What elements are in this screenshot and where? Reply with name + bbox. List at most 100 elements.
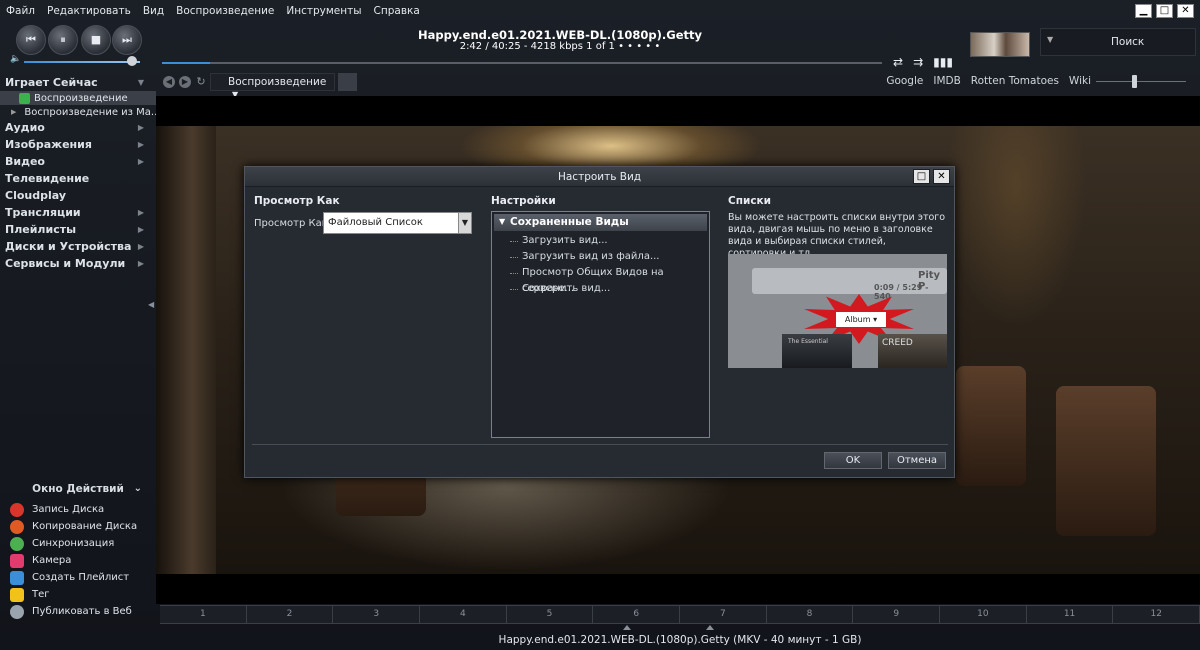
volume-knob[interactable] (127, 56, 137, 66)
sidebar-item-playback[interactable]: Воспроизведение (0, 91, 156, 105)
chapter-marker[interactable]: 1 (160, 606, 247, 623)
view-as-select[interactable]: Файловый Список ▼ (323, 212, 472, 234)
chapter-marker[interactable]: 6 (593, 606, 681, 623)
chapter-marker[interactable]: 8 (767, 606, 854, 623)
action-create-playlist[interactable]: Создать Плейлист (0, 569, 156, 586)
maximize-button[interactable]: □ (1156, 4, 1173, 18)
cancel-button[interactable]: Отмена (888, 452, 946, 469)
link-google[interactable]: Google (881, 75, 928, 87)
menu-view[interactable]: Вид (137, 5, 170, 17)
chapter-marker[interactable]: 7 (680, 606, 767, 623)
zoom-knob[interactable] (1132, 75, 1137, 88)
refresh-icon[interactable]: ↻ (195, 76, 207, 88)
view-options-button[interactable] (338, 73, 357, 91)
sidebar-item-audio[interactable]: Аудио ▶ (0, 119, 156, 136)
sidebar-item-streams[interactable]: Трансляции ▶ (0, 204, 156, 221)
preview-album-menu: Album ▾ (836, 312, 886, 327)
chevron-up-icon[interactable] (706, 625, 714, 630)
menu-playback[interactable]: Воспроизведение (170, 5, 280, 17)
chapter-marker[interactable]: 10 (940, 606, 1027, 623)
sidebar-item-tv[interactable]: Телевидение (0, 170, 156, 187)
now-playing-thumbnail[interactable] (970, 32, 1030, 57)
menu-bar: Файл Редактировать Вид Воспроизведение И… (0, 0, 1200, 21)
shuffle-icon[interactable]: ⇄ (893, 55, 903, 69)
sidebar-item-drives[interactable]: Диски и Устройства ▶ (0, 238, 156, 255)
next-button[interactable]: ⏭ (112, 25, 142, 55)
view-dropdown[interactable]: Воспроизведение ▼ (210, 73, 335, 99)
chevron-down-icon: ▼ (137, 78, 144, 87)
navigation-bar: ◀ ▶ ↻ Воспроизведение ▼ Google IMDB Rott… (160, 72, 1200, 99)
link-imdb[interactable]: IMDB (928, 75, 965, 87)
chapter-marker[interactable]: 3 (333, 606, 421, 623)
sidebar-item-playback-from[interactable]: ▶ Воспроизведение из Ма... (0, 105, 156, 119)
lists-description: Вы можете настроить списки внутри этого … (728, 212, 946, 259)
chapter-marker[interactable]: 4 (420, 606, 507, 623)
tree-item-load-view-file[interactable]: Загрузить вид из файла... (492, 249, 709, 265)
action-rip-disc[interactable]: Копирование Диска (0, 518, 156, 535)
equalizer-icon[interactable]: ▮▮▮ (933, 55, 953, 69)
chapter-marker[interactable]: 5 (507, 606, 594, 623)
chevron-down-icon[interactable]: ▼ (1047, 35, 1053, 44)
track-info: 2:42 / 40:25 - 4218 kbps 1 of 1 • • • • … (459, 41, 661, 52)
sidebar-now-playing[interactable]: Играет Сейчас ▼ (0, 74, 156, 91)
action-burn-disc[interactable]: Запись Диска (0, 501, 156, 518)
action-camera[interactable]: Камера (0, 552, 156, 569)
action-window-header[interactable]: Окно Действий ⌄ (0, 483, 156, 501)
link-wiki[interactable]: Wiki (1064, 75, 1096, 87)
menu-tools[interactable]: Инструменты (280, 5, 367, 17)
menu-file[interactable]: Файл (0, 5, 41, 17)
sidebar-item-video[interactable]: Видео ▶ (0, 153, 156, 170)
burn-icon (10, 502, 24, 517)
chapter-marker[interactable]: 12 (1113, 606, 1200, 623)
sidebar-item-playlists[interactable]: Плейлисты ▶ (0, 221, 156, 238)
chevron-right-icon: ▶ (137, 208, 144, 217)
action-label: Синхронизация (32, 538, 115, 549)
close-icon[interactable]: ✕ (933, 169, 950, 184)
minimize-button[interactable]: ▁ (1135, 4, 1152, 18)
stop-button[interactable]: ■ (81, 25, 111, 55)
playback-mode-icons: ⇄ ⇉ ▮▮▮ (893, 55, 953, 69)
tree-item-load-view[interactable]: Загрузить вид... (492, 233, 709, 249)
sidebar-item-services[interactable]: Сервисы и Модули ▶ (0, 255, 156, 272)
previous-button[interactable]: ⏮ (16, 25, 46, 55)
collapse-sidebar-icon[interactable]: ◀ (148, 300, 154, 309)
sidebar-item-images[interactable]: Изображения ▶ (0, 136, 156, 153)
volume-slider[interactable]: 🔈 (10, 54, 142, 66)
tree-item-save-view[interactable]: Сохранить вид... (492, 281, 709, 297)
zoom-slider[interactable] (1096, 75, 1186, 88)
track-title: Happy.end.e01.2021.WEB-DL.(1080p).Getty (418, 28, 702, 42)
chapter-marker[interactable]: 11 (1027, 606, 1114, 623)
dialog-window-controls: □ ✕ (913, 169, 950, 184)
window-controls: ▁ □ ✕ (1135, 4, 1194, 18)
chapter-marker[interactable]: 2 (247, 606, 334, 623)
sidebar-item-label: Изображения (5, 138, 92, 151)
sidebar-item-cloudplay[interactable]: Cloudplay (0, 187, 156, 204)
link-rotten-tomatoes[interactable]: Rotten Tomatoes (966, 75, 1064, 87)
action-label: Создать Плейлист (32, 572, 130, 583)
ok-button[interactable]: OK (824, 452, 882, 469)
web-links: Google IMDB Rotten Tomatoes Wiki (881, 75, 1096, 87)
sidebar-now-playing-label: Играет Сейчас (5, 76, 98, 89)
search-box[interactable]: ▼ Поиск (1040, 28, 1196, 56)
chevron-right-icon: ▶ (137, 123, 144, 132)
seek-bar[interactable] (162, 62, 882, 64)
action-publish-web[interactable]: Публиковать в Веб (0, 603, 156, 620)
chapter-marker[interactable]: 9 (853, 606, 941, 623)
lists-preview-image: Pity P 0:09 / 5:29 - 540 Album ▾ The Ess… (728, 254, 947, 368)
chapter-timeline: 1 2 3 4 5 6 7 8 9 10 11 12 (160, 605, 1200, 624)
sidebar-item-label: Телевидение (5, 172, 90, 185)
repeat-icon[interactable]: ⇉ (913, 55, 923, 69)
pause-button[interactable]: ⏸ (48, 25, 78, 55)
video-scene-chair (956, 366, 1026, 486)
chevron-up-icon[interactable] (623, 625, 631, 630)
maximize-icon[interactable]: □ (913, 169, 930, 184)
close-button[interactable]: ✕ (1177, 4, 1194, 18)
menu-help[interactable]: Справка (368, 5, 426, 17)
tree-group-saved-views[interactable]: ▼ Сохраненные Виды (494, 214, 707, 231)
action-sync[interactable]: Синхронизация (0, 535, 156, 552)
menu-edit[interactable]: Редактировать (41, 5, 137, 17)
back-icon[interactable]: ◀ (163, 76, 175, 88)
action-tag[interactable]: Тег (0, 586, 156, 603)
tree-item-browse-shared-views[interactable]: Просмотр Общих Видов на сервере... (492, 265, 709, 294)
forward-icon[interactable]: ▶ (179, 76, 191, 88)
